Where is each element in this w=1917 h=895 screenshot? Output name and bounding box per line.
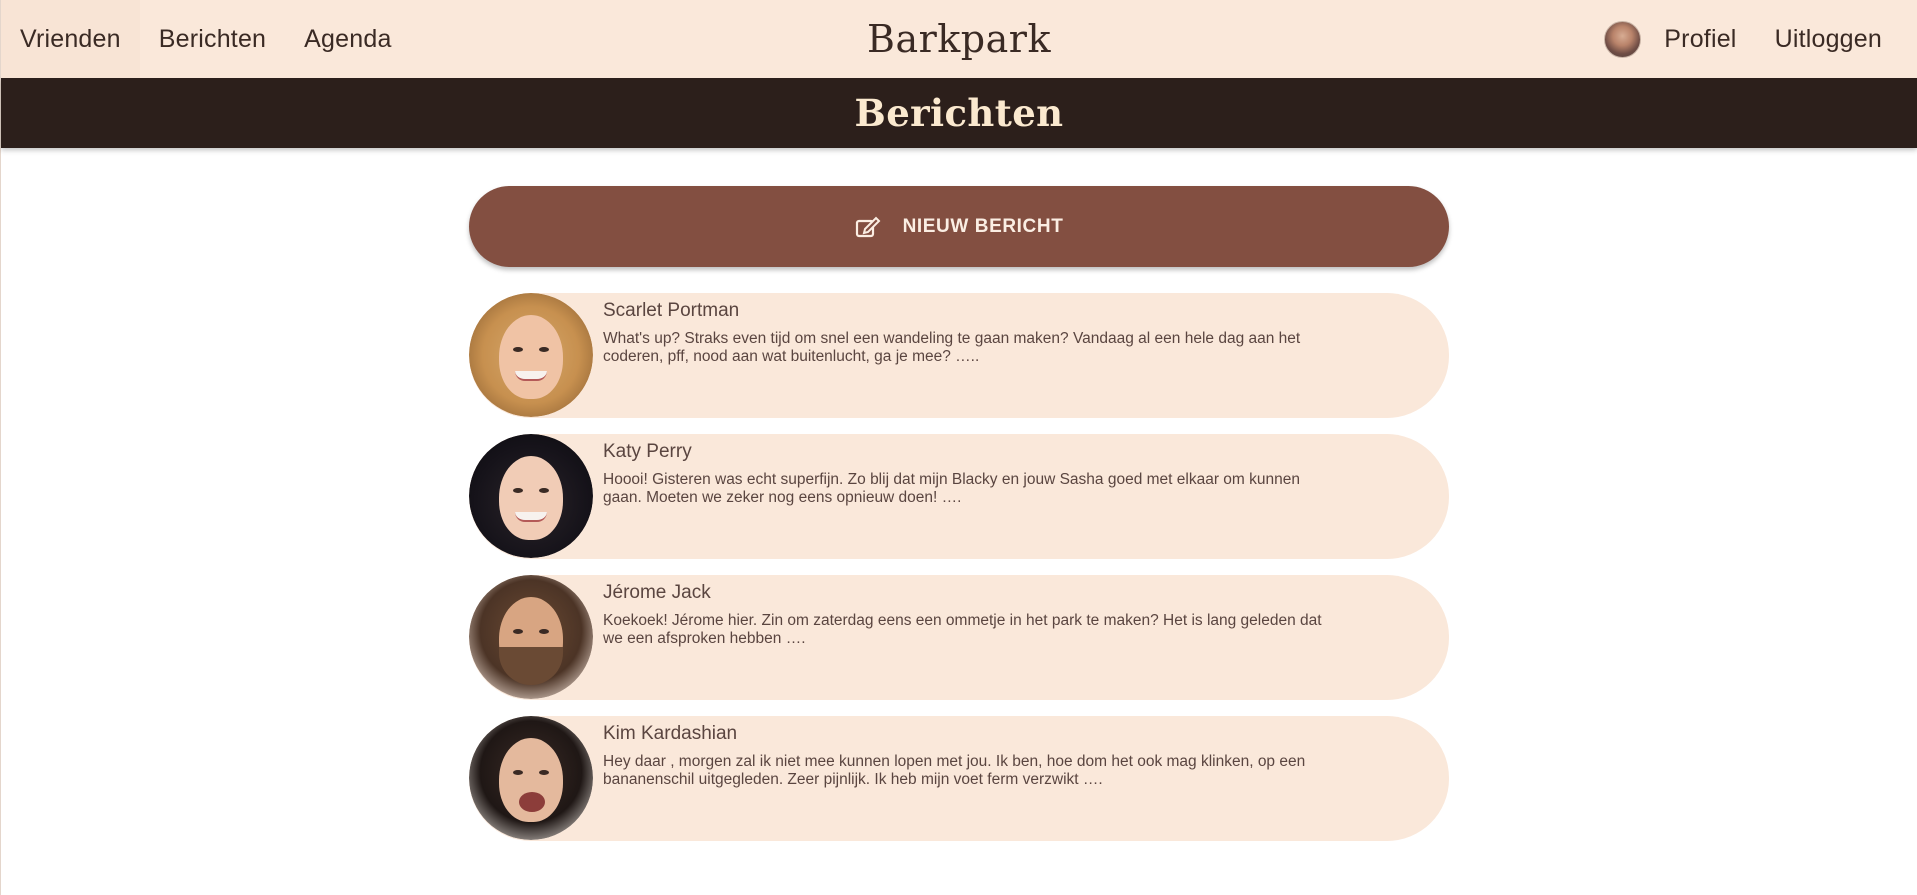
nav-right-group: Profiel Uitloggen [1604,0,1917,78]
message-preview: Koekoek! Jérome hier. Zin om zaterdag ee… [603,612,1322,647]
avatar [469,716,593,840]
message-sender: Kim Kardashian [603,723,738,744]
nav-link-uitloggen[interactable]: Uitloggen [1756,0,1901,78]
nav-left-group: Vrienden Berichten Agenda [1,0,411,78]
nav-link-vrienden[interactable]: Vrienden [1,0,140,78]
avatar [469,575,593,699]
message-preview: Hoooi! Gisteren was echt superfijn. Zo b… [603,471,1300,506]
message-body: Scarlet Portman What's up? Straks even t… [593,293,1353,418]
nav-link-agenda[interactable]: Agenda [285,0,410,78]
nav-link-profiel[interactable]: Profiel [1645,0,1755,78]
message-item[interactable]: Jérome Jack Koekoek! Jérome hier. Zin om… [469,575,1449,700]
edit-icon [855,216,880,237]
message-preview: Hey daar , morgen zal ik niet mee kunnen… [603,753,1306,788]
brand-logo[interactable]: Barkpark [867,17,1051,61]
avatar [469,293,593,417]
profile-avatar[interactable] [1604,20,1642,58]
message-sender: Scarlet Portman [603,300,740,321]
message-body: Kim Kardashian Hey daar , morgen zal ik … [593,716,1353,841]
avatar [469,434,593,558]
message-sender: Jérome Jack [603,582,711,603]
page-header: Berichten [1,78,1917,148]
message-sender: Katy Perry [603,441,692,462]
message-body: Katy Perry Hoooi! Gisteren was echt supe… [593,434,1353,559]
nav-link-berichten[interactable]: Berichten [140,0,285,78]
new-message-button[interactable]: NIEUW BERICHT [469,186,1449,267]
messages-main: NIEUW BERICHT Scarlet Portman What's up?… [469,186,1449,841]
message-item[interactable]: Kim Kardashian Hey daar , morgen zal ik … [469,716,1449,841]
page-title: Berichten [854,91,1064,135]
top-navigation: Vrienden Berichten Agenda Barkpark Profi… [1,0,1917,78]
new-message-label: NIEUW BERICHT [902,215,1064,237]
message-item[interactable]: Katy Perry Hoooi! Gisteren was echt supe… [469,434,1449,559]
message-body: Jérome Jack Koekoek! Jérome hier. Zin om… [593,575,1353,700]
message-item[interactable]: Scarlet Portman What's up? Straks even t… [469,293,1449,418]
message-preview: What's up? Straks even tijd om snel een … [603,330,1301,365]
